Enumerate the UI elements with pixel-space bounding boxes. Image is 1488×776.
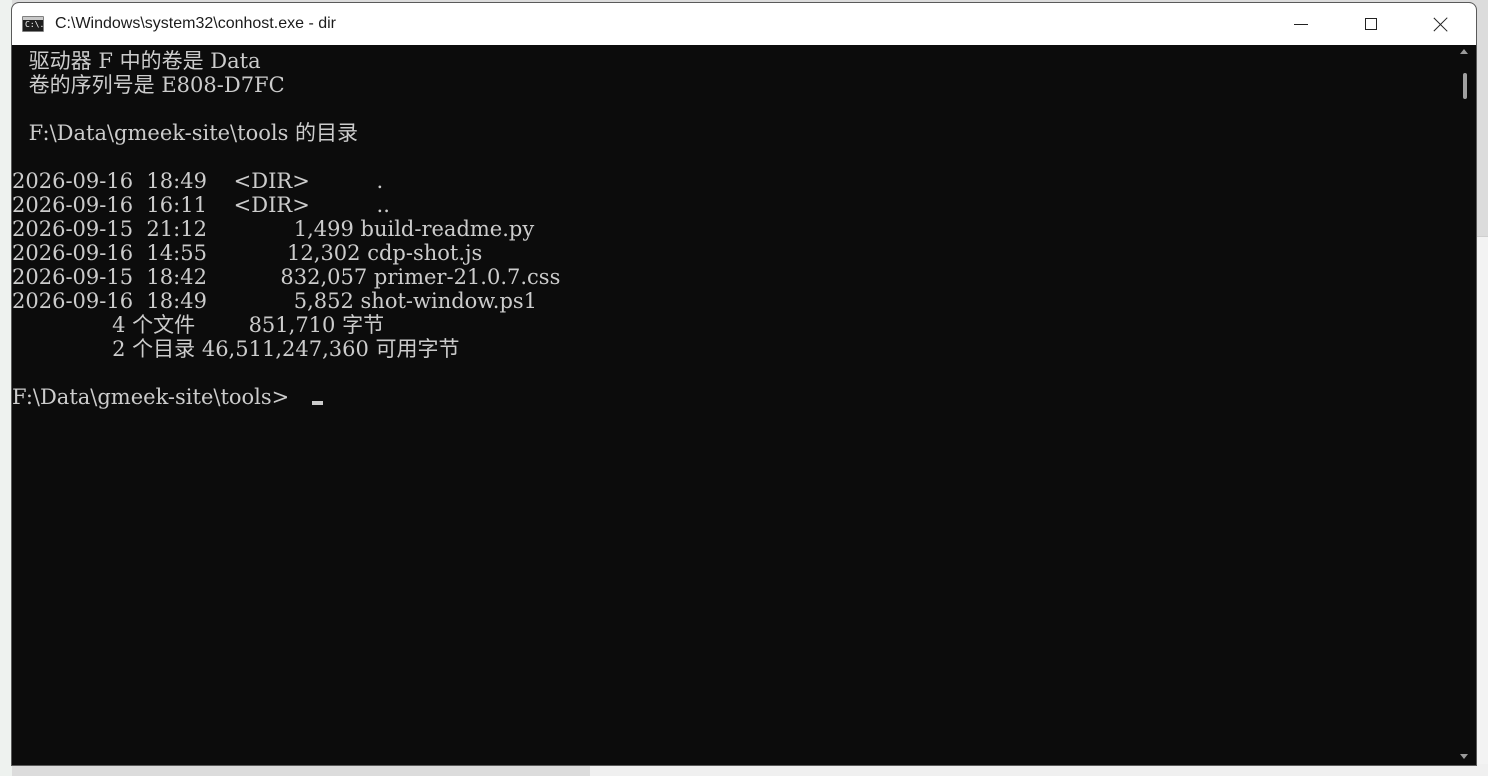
console-line: 2026-09-15 21:12 1,499 build-readme.py [12, 217, 535, 241]
console-line: 2026-09-16 18:49 5,852 shot-window.ps1 [12, 289, 538, 313]
console-line: 4 个文件 851,710 字节 [12, 313, 385, 337]
console-window[interactable]: C:\. C:\Windows\system32\conhost.exe - d… [11, 2, 1477, 766]
console-line: 2026-09-16 16:11 <DIR> .. [12, 193, 390, 217]
close-icon [1433, 16, 1449, 32]
command-prompt: F:\Data\gmeek-site\tools> [12, 385, 290, 409]
maximize-icon [1365, 18, 1377, 30]
maximize-button[interactable] [1336, 3, 1406, 45]
console-icon[interactable]: C:\. [22, 16, 44, 32]
console-line: 驱动器 F 中的卷是 Data [22, 49, 261, 73]
console-line: 2026-09-16 14:55 12,302 cdp-shot.js [12, 241, 483, 265]
close-button[interactable] [1406, 3, 1476, 45]
console-line: 卷的序列号是 E808-D7FC [22, 73, 285, 97]
console-output[interactable]: 驱动器 F 中的卷是 Data 卷的序列号是 E808-D7FC F:\Data… [12, 45, 1454, 765]
minimize-icon [1294, 23, 1308, 25]
console-line: 2 个目录 46,511,247,360 可用字节 [12, 337, 460, 361]
window-title: C:\Windows\system32\conhost.exe - dir [55, 15, 336, 32]
desktop: C:\. C:\Windows\system32\conhost.exe - d… [0, 0, 1488, 776]
text-cursor [312, 401, 323, 405]
scroll-down-icon[interactable] [1460, 754, 1468, 759]
vertical-scrollbar[interactable] [1454, 45, 1476, 765]
background-app-edge-right [1476, 236, 1488, 776]
console-line: 2026-09-15 18:42 832,057 primer-21.0.7.c… [12, 265, 561, 289]
scroll-up-icon[interactable] [1460, 49, 1468, 54]
console-line: F:\Data\gmeek-site\tools 的目录 [22, 121, 359, 145]
minimize-button[interactable] [1266, 3, 1336, 45]
scrollbar-thumb[interactable] [1463, 73, 1467, 99]
title-bar[interactable]: C:\. C:\Windows\system32\conhost.exe - d… [12, 3, 1476, 45]
console-line: 2026-09-16 18:49 <DIR> . [12, 169, 384, 193]
